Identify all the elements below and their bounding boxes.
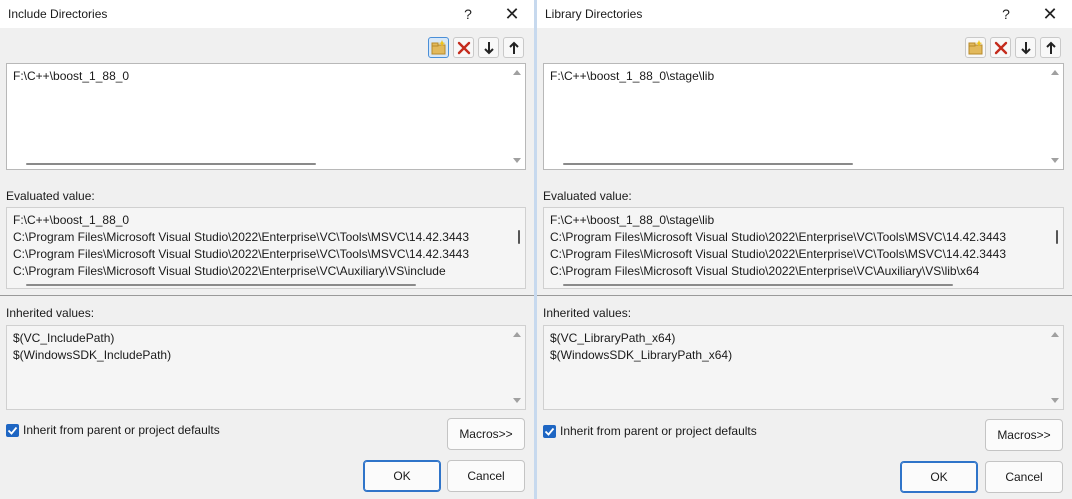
close-button[interactable]: ✕ [1040, 4, 1060, 24]
macros-button[interactable]: Macros>> [447, 418, 525, 450]
move-up-button[interactable] [1040, 37, 1061, 58]
arrow-down-icon [1021, 42, 1031, 55]
evaluated-line: C:\Program Files\Microsoft Visual Studio… [550, 230, 1006, 244]
title-bar: Include Directories ? ✕ [0, 0, 534, 28]
ok-button[interactable]: OK [900, 461, 978, 493]
evaluated-line: C:\Program Files\Microsoft Visual Studio… [13, 247, 469, 261]
evaluated-line: F:\C++\boost_1_88_0\stage\lib [550, 213, 715, 227]
new-folder-icon [968, 40, 983, 55]
directories-edit-box[interactable]: F:\C++\boost_1_88_0 [6, 63, 526, 170]
evaluated-value-box: F:\C++\boost_1_88_0\stage\lib C:\Program… [543, 207, 1064, 289]
inherit-checkbox[interactable] [6, 424, 19, 437]
section-divider [0, 295, 534, 296]
edit-line[interactable]: F:\C++\boost_1_88_0 [13, 69, 129, 83]
section-divider [537, 295, 1072, 296]
evaluated-vertical-scrollbar[interactable] [1056, 230, 1058, 244]
edit-horizontal-scrollbar[interactable] [26, 163, 316, 165]
edit-vertical-scrollbar[interactable] [509, 64, 525, 169]
evaluated-value-label: Evaluated value: [543, 189, 632, 203]
evaluated-line: C:\Program Files\Microsoft Visual Studio… [550, 247, 1006, 261]
evaluated-horizontal-scrollbar[interactable] [26, 284, 416, 286]
arrow-down-icon [484, 42, 494, 55]
delete-x-icon [994, 41, 1008, 55]
move-up-button[interactable] [503, 37, 524, 58]
inherited-line: $(WindowsSDK_IncludePath) [13, 348, 172, 362]
scroll-down-icon[interactable] [1051, 158, 1059, 163]
inherited-line: $(WindowsSDK_LibraryPath_x64) [550, 348, 733, 362]
move-down-button[interactable] [1015, 37, 1036, 58]
evaluated-vertical-scrollbar[interactable] [518, 230, 520, 244]
edit-horizontal-scrollbar[interactable] [563, 163, 853, 165]
evaluated-value-label: Evaluated value: [6, 189, 95, 203]
title-bar: Library Directories ? ✕ [537, 0, 1072, 28]
delete-line-button[interactable] [453, 37, 474, 58]
inherit-checkbox[interactable] [543, 425, 556, 438]
inherited-vertical-scrollbar[interactable] [1047, 326, 1063, 409]
scroll-up-icon[interactable] [1051, 332, 1059, 337]
delete-x-icon [457, 41, 471, 55]
library-directories-dialog: Library Directories ? ✕ F:\C++\boost_1_8… [537, 0, 1072, 499]
new-line-button[interactable] [428, 37, 449, 58]
inherited-line: $(VC_LibraryPath_x64) [550, 331, 676, 345]
close-button[interactable]: ✕ [502, 4, 522, 24]
evaluated-line: C:\Program Files\Microsoft Visual Studio… [13, 264, 446, 278]
evaluated-line: F:\C++\boost_1_88_0 [13, 213, 130, 227]
directories-edit-box[interactable]: F:\C++\boost_1_88_0\stage\lib [543, 63, 1064, 170]
inherited-values-box: $(VC_LibraryPath_x64) $(WindowsSDK_Libra… [543, 325, 1064, 410]
scroll-up-icon[interactable] [1051, 70, 1059, 75]
help-button[interactable]: ? [458, 4, 478, 24]
edit-vertical-scrollbar[interactable] [1047, 64, 1063, 169]
inherit-checkbox-label[interactable]: Inherit from parent or project defaults [23, 423, 220, 437]
arrow-up-icon [509, 41, 519, 54]
evaluated-line: C:\Program Files\Microsoft Visual Studio… [13, 230, 469, 244]
cancel-button[interactable]: Cancel [447, 460, 525, 492]
cancel-button[interactable]: Cancel [985, 461, 1063, 493]
evaluated-horizontal-scrollbar[interactable] [563, 284, 953, 286]
include-directories-dialog: Include Directories ? ✕ F:\C++\boost_1_8… [0, 0, 534, 499]
dialog-title: Library Directories [545, 7, 643, 21]
move-down-button[interactable] [478, 37, 499, 58]
inherited-values-label: Inherited values: [6, 306, 95, 320]
evaluated-value-box: F:\C++\boost_1_88_0 C:\Program Files\Mic… [6, 207, 526, 289]
inherited-values-box: $(VC_IncludePath) $(WindowsSDK_IncludePa… [6, 325, 526, 410]
new-folder-icon [431, 40, 446, 55]
ok-button[interactable]: OK [363, 460, 441, 492]
scroll-down-icon[interactable] [513, 398, 521, 403]
delete-line-button[interactable] [990, 37, 1011, 58]
inherit-checkbox-label[interactable]: Inherit from parent or project defaults [560, 424, 757, 438]
macros-button[interactable]: Macros>> [985, 419, 1063, 451]
evaluated-line: C:\Program Files\Microsoft Visual Studio… [550, 264, 980, 278]
scroll-down-icon[interactable] [1051, 398, 1059, 403]
help-button[interactable]: ? [996, 4, 1016, 24]
inherited-vertical-scrollbar[interactable] [509, 326, 525, 409]
scroll-up-icon[interactable] [513, 70, 521, 75]
arrow-up-icon [1046, 41, 1056, 54]
inherited-line: $(VC_IncludePath) [13, 331, 115, 345]
checkmark-icon [544, 427, 555, 436]
scroll-down-icon[interactable] [513, 158, 521, 163]
new-line-button[interactable] [965, 37, 986, 58]
checkmark-icon [7, 426, 18, 435]
dialog-title: Include Directories [8, 7, 108, 21]
scroll-up-icon[interactable] [513, 332, 521, 337]
edit-line[interactable]: F:\C++\boost_1_88_0\stage\lib [550, 69, 714, 83]
inherited-values-label: Inherited values: [543, 306, 632, 320]
